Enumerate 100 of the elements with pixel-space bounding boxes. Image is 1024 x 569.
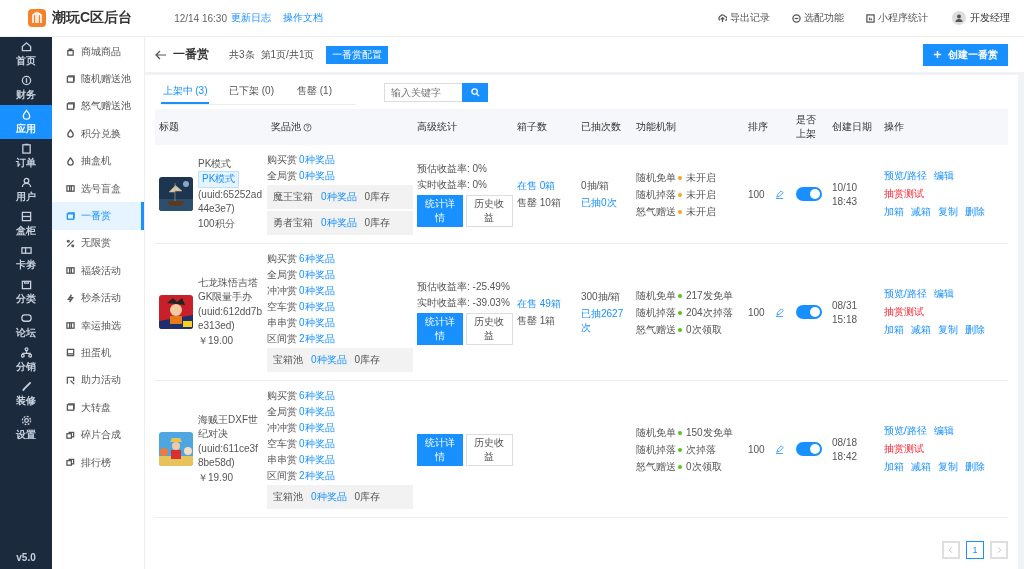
header-action[interactable]: 小程序统计 [866,11,928,25]
prize-link[interactable]: 0种奖品 [299,169,335,183]
prize-link[interactable]: 0种奖品 [299,284,335,298]
pencil-icon[interactable] [774,307,784,317]
action-link[interactable]: 抽赏测试 [884,442,992,456]
toggle-switch[interactable] [796,442,822,456]
action-link[interactable]: 删除 [965,460,985,474]
action-link[interactable]: 删除 [965,205,985,219]
action-link[interactable]: 编辑 [933,169,954,183]
stats-button[interactable]: 统计详情 [417,312,463,345]
prize-link[interactable]: 0种奖品 [311,353,347,367]
header-link[interactable]: 操作文档 [282,11,323,25]
prize-link[interactable]: 0种奖品 [321,190,357,204]
action-link[interactable]: 抽赏测试 [884,305,992,319]
prize-link[interactable]: 0种奖品 [321,216,357,230]
prize-link[interactable]: 0种奖品 [299,268,335,282]
prize-link[interactable]: 0种奖品 [299,405,335,419]
action-link[interactable]: 加箱 [884,323,904,337]
nav-item[interactable]: 应用 [0,105,52,139]
action-link[interactable]: 预览/路径 [884,287,927,301]
nav-item[interactable]: 首页 [0,37,52,71]
tab[interactable]: 上架中 (3) [161,79,209,104]
prize-link[interactable]: 0种奖品 [311,490,347,504]
prize-link[interactable]: 0种奖品 [299,300,335,314]
prize-link[interactable]: 6种奖品 [299,389,335,403]
nav-item[interactable]: 分类 [0,275,52,309]
pencil-icon[interactable] [774,189,784,199]
stats-button[interactable]: 统计详情 [417,194,463,227]
sidebar-item[interactable]: 抽盒机 [52,147,144,175]
action-link[interactable]: 复制 [938,205,958,219]
stats-button[interactable]: 历史收益 [465,433,513,466]
drop-icon [20,108,32,120]
action-link[interactable]: 减箱 [911,460,931,474]
sidebar-item[interactable]: 助力活动 [52,366,144,395]
drawn-count-link[interactable]: 已抽0次 [581,195,632,210]
nav-item[interactable]: 论坛 [0,309,52,343]
sidebar-item[interactable]: 商城商品 [52,38,144,66]
user-name[interactable]: 开发经理 [970,11,1010,25]
tab[interactable]: 已下架 (0) [229,79,297,104]
action-link[interactable]: 复制 [938,323,958,337]
prize-link[interactable]: 2种奖品 [299,469,335,483]
sidebar-item[interactable]: 碎片合成 [52,421,144,449]
nav-item[interactable]: 盒柜 [0,207,52,241]
sidebar-item[interactable]: 怒气赠送池 [52,92,144,121]
search-button[interactable] [462,82,488,102]
search-field[interactable]: 输入关键字 [384,82,462,102]
sidebar-item[interactable]: 一番赏 [52,202,144,230]
on-sale-link[interactable]: 在售 49箱 [517,296,577,311]
action-link[interactable]: 加箱 [884,460,904,474]
sidebar-item[interactable]: 排行榜 [52,448,144,477]
drawn-count-link[interactable]: 已抽2627次 [581,306,632,335]
action-link[interactable]: 加箱 [884,205,904,219]
toggle-switch[interactable] [796,187,822,201]
action-link[interactable]: 预览/路径 [884,169,927,183]
prize-link[interactable]: 0种奖品 [299,421,335,435]
action-link[interactable]: 减箱 [911,205,931,219]
prize-link[interactable]: 6种奖品 [299,252,335,266]
nav-item[interactable]: 分销 [0,343,52,377]
tab[interactable]: 售罄 (1) [297,79,365,104]
create-button[interactable]: 创建一番赏 [923,43,1008,66]
header-action[interactable]: 选配功能 [792,11,844,25]
sidebar-item[interactable]: 无限赏 [52,229,144,258]
action-link[interactable]: 删除 [965,323,985,337]
action-link[interactable]: 编辑 [933,424,954,438]
sidebar-item[interactable]: 随机赠送池 [52,65,144,93]
header-link[interactable]: 更新日志 [230,11,271,25]
sidebar-item[interactable]: 秒杀活动 [52,284,144,312]
toggle-switch[interactable] [796,305,822,319]
stats-button[interactable]: 历史收益 [465,312,513,345]
on-sale-link[interactable]: 在售 0箱 [517,178,577,193]
action-link[interactable]: 减箱 [911,323,931,337]
pencil-icon[interactable] [774,444,784,454]
sidebar-item[interactable]: 大转盘 [52,394,144,422]
sidebar-item[interactable]: 积分兑换 [52,120,144,148]
action-link[interactable]: 编辑 [933,287,954,301]
nav-item[interactable]: 设置 [0,411,52,445]
sidebar-item[interactable]: 福袋活动 [52,257,144,285]
nav-item[interactable]: 订单 [0,139,52,173]
stats-button[interactable]: 统计详情 [417,433,463,466]
sidebar-item[interactable]: 幸运抽选 [52,311,144,340]
action-link[interactable]: 复制 [938,460,958,474]
nav-item[interactable]: 财务 [0,71,52,105]
prize-link[interactable]: 0种奖品 [299,453,335,467]
page-button[interactable]: 1 [966,541,984,559]
nav-item[interactable]: 用户 [0,173,52,207]
sidebar-item[interactable]: 选号盲盒 [52,174,144,203]
nav-item[interactable]: 装修 [0,377,52,411]
action-link[interactable]: 抽赏测试 [884,187,992,201]
prize-link[interactable]: 0种奖品 [299,437,335,451]
stats-button[interactable]: 历史收益 [465,194,513,227]
action-link[interactable]: 预览/路径 [884,424,927,438]
config-button[interactable]: 一番赏配置 [326,45,389,64]
prize-link[interactable]: 0种奖品 [299,316,335,330]
sidebar-item[interactable]: 扭蛋机 [52,339,144,367]
avatar-icon[interactable] [952,11,966,25]
nav-item[interactable]: 卡劵 [0,241,52,275]
header-action[interactable]: 导出记录 [718,11,770,25]
prize-link[interactable]: 2种奖品 [299,332,335,346]
prize-link[interactable]: 0种奖品 [299,153,335,167]
back-arrow-icon[interactable] [155,49,167,60]
